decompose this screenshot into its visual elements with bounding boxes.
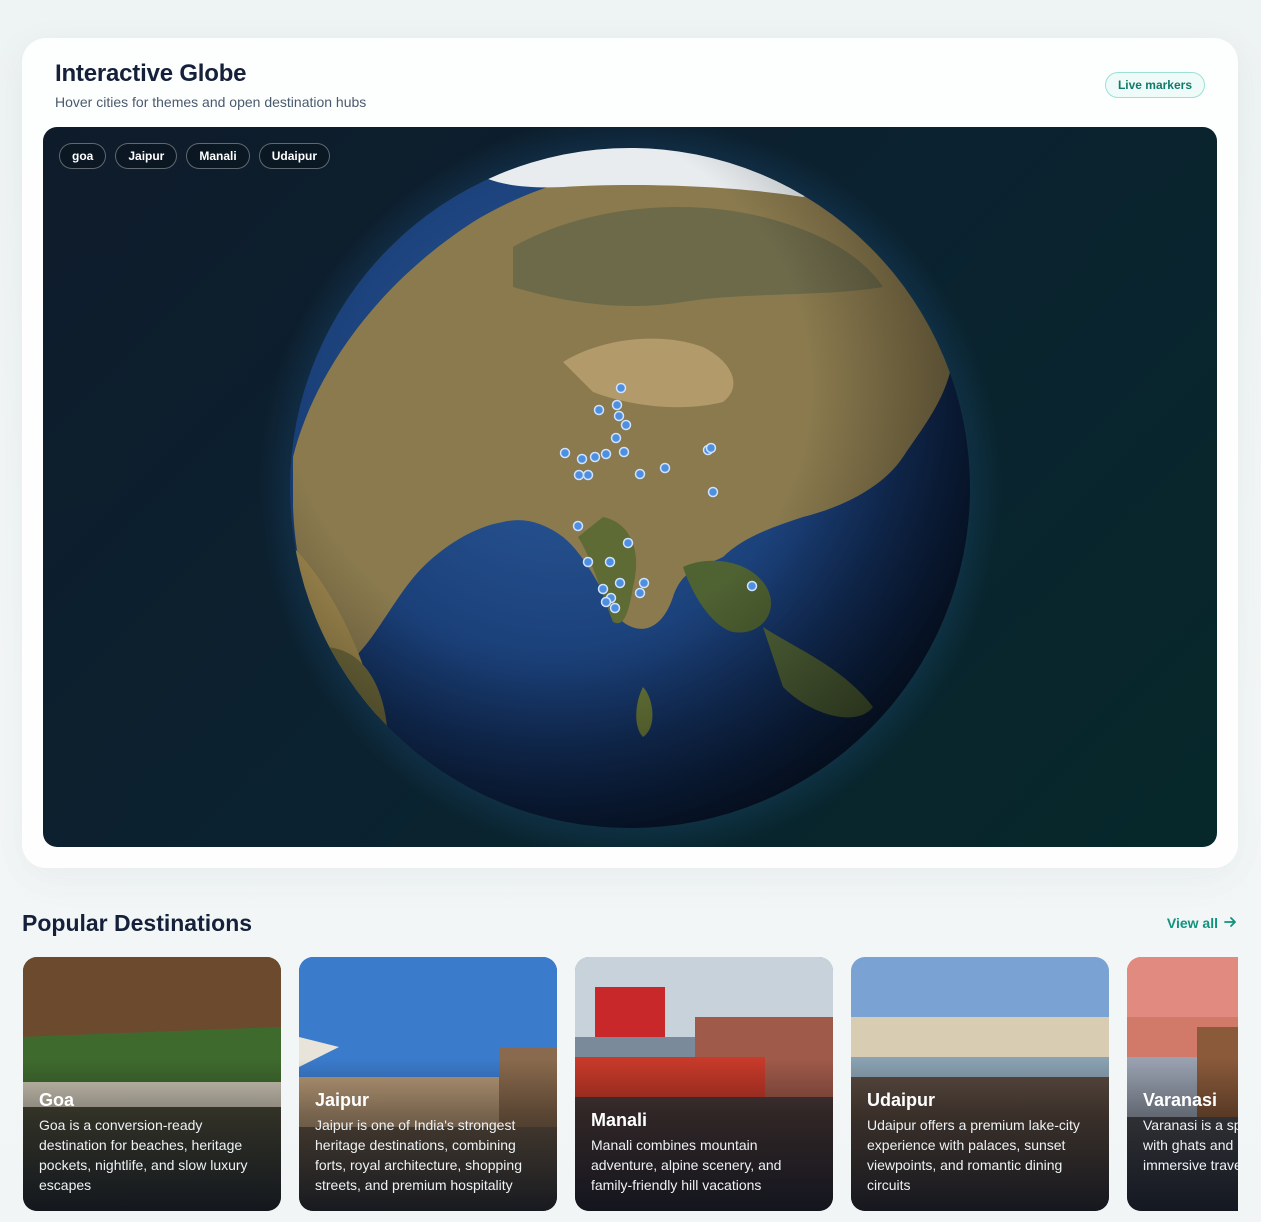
marker[interactable] (572, 520, 584, 532)
card-name: Goa (39, 1090, 75, 1110)
marker[interactable] (613, 410, 625, 422)
marker[interactable] (620, 419, 632, 431)
chip-manali[interactable]: Manali (186, 143, 250, 169)
destination-card-manali[interactable]: Manali Manali combines mountain adventur… (575, 957, 833, 1211)
marker[interactable] (634, 587, 646, 599)
chip-jaipur[interactable]: Jaipur (115, 143, 178, 169)
marker[interactable] (559, 447, 571, 459)
card-name: Varanasi (1143, 1090, 1218, 1110)
globe[interactable] (43, 127, 1217, 847)
popular-destinations-title: Popular Destinations (22, 910, 253, 936)
destination-card-udaipur[interactable]: Udaipur Udaipur offers a premium lake-ci… (851, 957, 1109, 1211)
destination-card-jaipur[interactable]: Jaipur Jaipur is one of India's stronges… (299, 957, 557, 1211)
card-description: Manali combines mountain adventure, alpi… (591, 1137, 782, 1193)
chip-goa[interactable]: goa (59, 143, 107, 169)
card-description: Udaipur offers a premium lake-city exper… (867, 1117, 1080, 1193)
globe-subtitle: Hover cities for themes and open destina… (55, 94, 367, 110)
card-description: Varanasi is a spiritual powerhouse with … (1143, 1117, 1238, 1173)
marker[interactable] (746, 580, 758, 592)
city-chips: goa Jaipur Manali Udaipur (59, 143, 331, 169)
destination-carousel[interactable]: Goa Goa is a conversion-ready destinatio… (22, 957, 1238, 1211)
globe-stage[interactable]: goa Jaipur Manali Udaipur (43, 127, 1217, 847)
marker[interactable] (638, 577, 650, 589)
marker[interactable] (589, 451, 601, 463)
view-all-link[interactable]: View all (1167, 915, 1237, 931)
card-name: Udaipur (867, 1090, 936, 1110)
marker[interactable] (582, 469, 594, 481)
destination-card-goa[interactable]: Goa Goa is a conversion-ready destinatio… (23, 957, 281, 1211)
marker[interactable] (614, 577, 626, 589)
marker[interactable] (604, 556, 616, 568)
card-name: Jaipur (315, 1090, 370, 1110)
card-name: Manali (591, 1110, 648, 1130)
marker[interactable] (593, 404, 605, 416)
globe-title: Interactive Globe (55, 60, 247, 87)
live-markers-badge: Live markers (1104, 72, 1205, 98)
globe-card: Interactive Globe Hover cities for theme… (22, 38, 1238, 868)
card-description: Goa is a conversion-ready destination fo… (39, 1117, 248, 1193)
marker[interactable] (610, 432, 622, 444)
marker[interactable] (618, 446, 630, 458)
marker[interactable] (611, 399, 623, 411)
marker[interactable] (609, 602, 621, 614)
view-all-label: View all (1166, 915, 1218, 931)
marker[interactable] (600, 596, 612, 608)
arrow-right-icon (1224, 915, 1237, 931)
globe-shading (290, 148, 970, 828)
marker[interactable] (634, 468, 646, 480)
marker[interactable] (705, 442, 717, 454)
card-description: Jaipur is one of India's strongest herit… (315, 1117, 522, 1193)
marker[interactable] (659, 462, 671, 474)
marker[interactable] (573, 469, 585, 481)
marker[interactable] (576, 453, 588, 465)
marker[interactable] (615, 382, 627, 394)
marker[interactable] (600, 448, 612, 460)
destination-card-varanasi[interactable]: Varanasi Varanasi is a spiritual powerho… (1127, 957, 1238, 1211)
chip-udaipur[interactable]: Udaipur (258, 143, 331, 169)
marker[interactable] (707, 486, 719, 498)
marker[interactable] (622, 537, 634, 549)
marker[interactable] (597, 583, 609, 595)
marker[interactable] (582, 556, 594, 568)
